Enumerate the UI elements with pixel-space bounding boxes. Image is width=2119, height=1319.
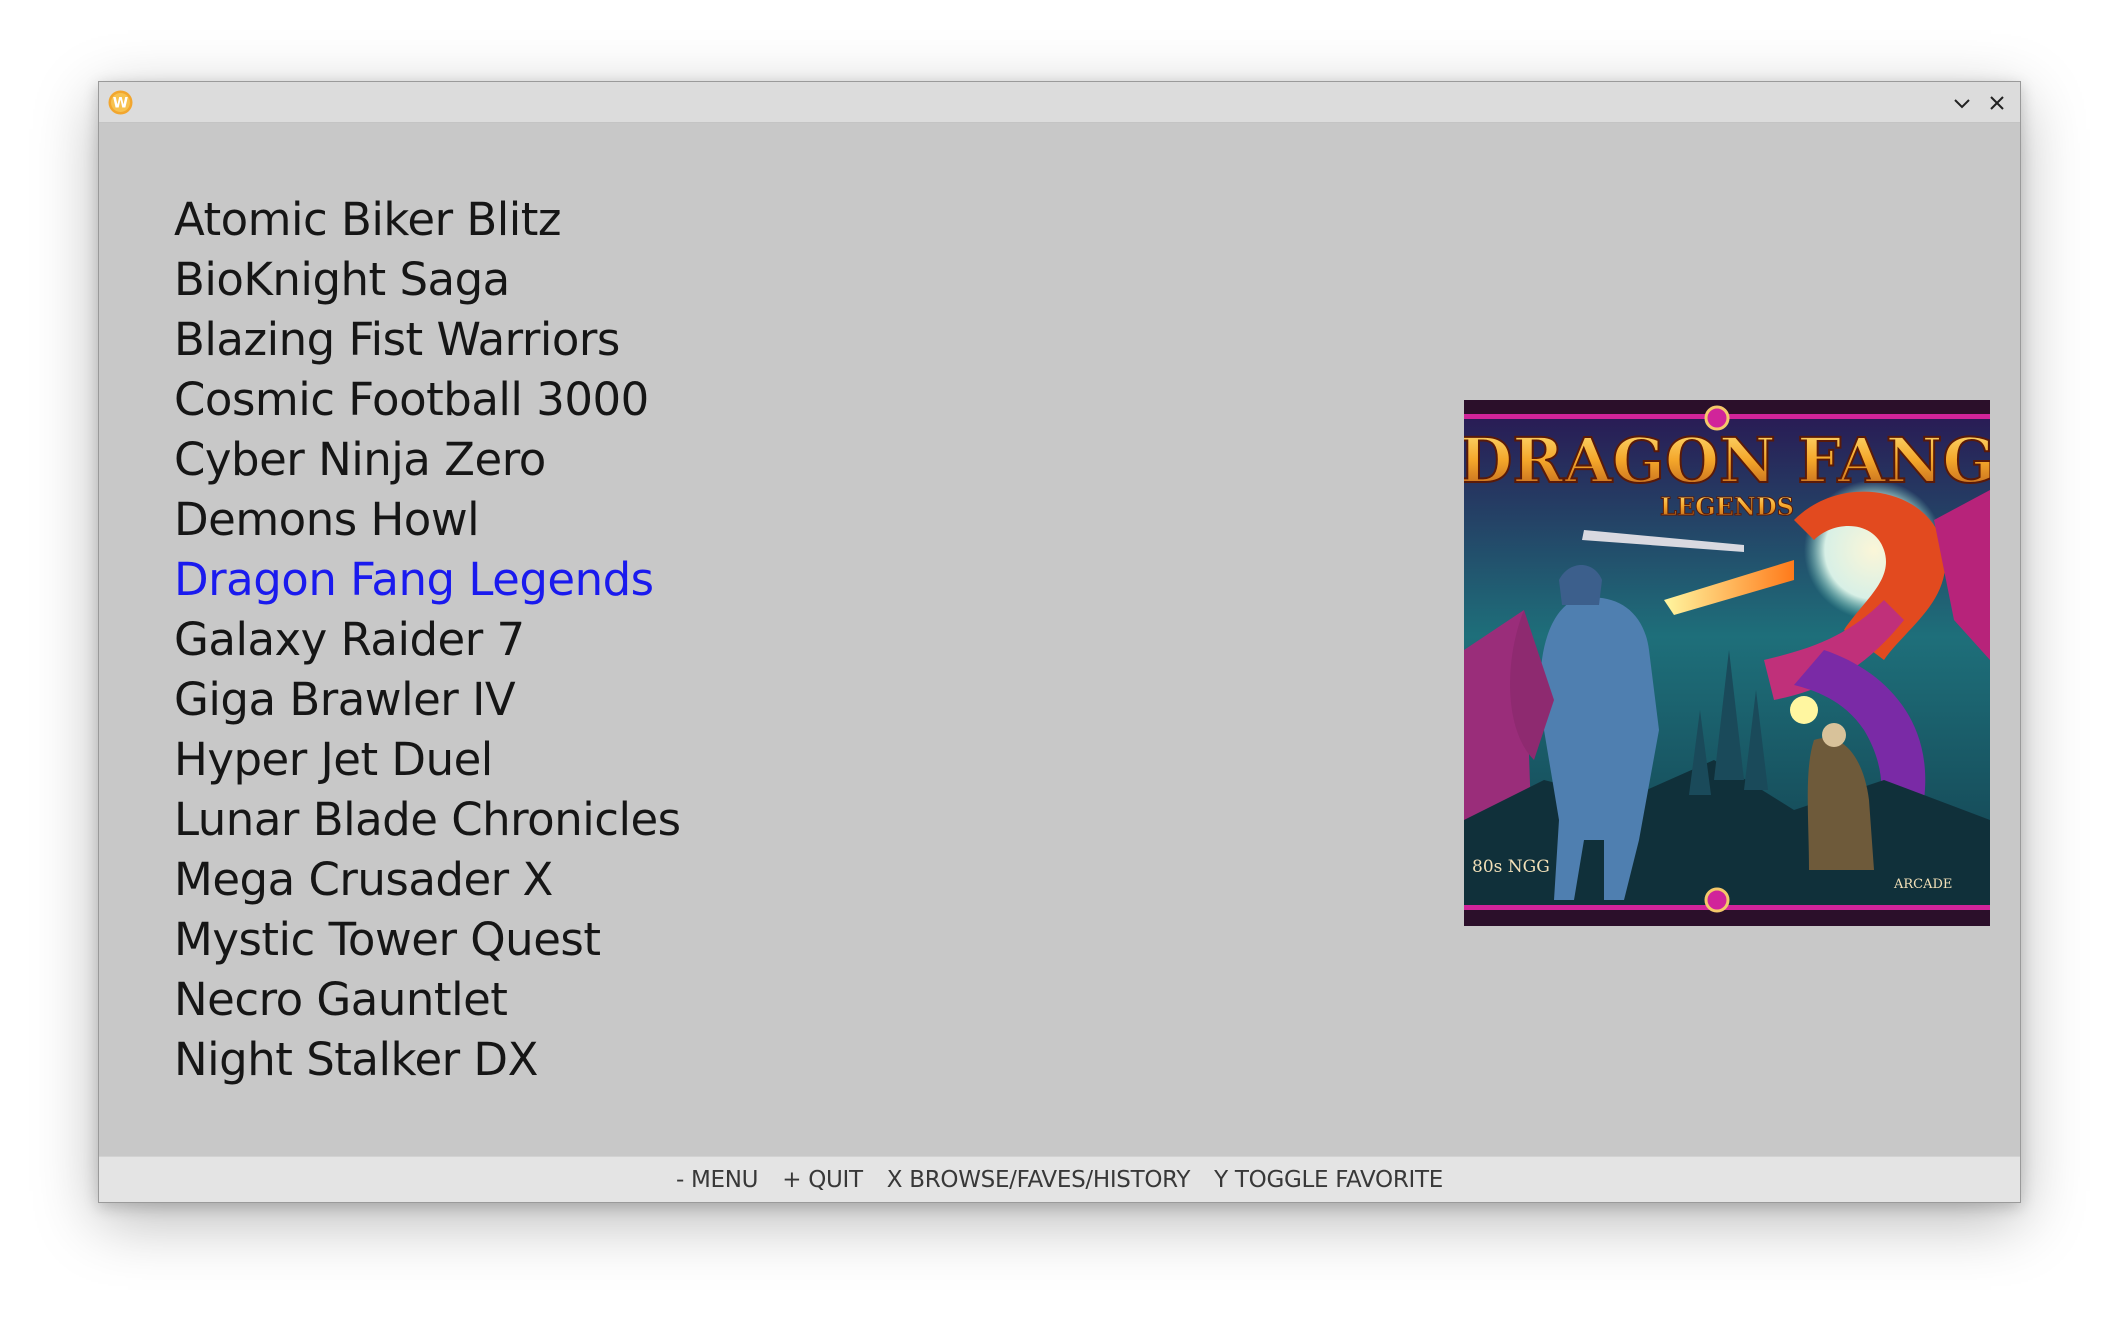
- game-list-item[interactable]: Atomic Biker Blitz: [174, 190, 681, 250]
- box-art-subtitle: LEGENDS: [1660, 492, 1794, 521]
- close-icon: [1990, 96, 2004, 110]
- game-list-item-selected[interactable]: Dragon Fang Legends: [174, 550, 681, 610]
- game-list: Atomic Biker Blitz BioKnight Saga Blazin…: [174, 190, 681, 1090]
- minimize-button[interactable]: [1947, 88, 1977, 118]
- game-list-item[interactable]: Night Stalker DX: [174, 1030, 681, 1090]
- box-art-publisher-text: ARCADE: [1893, 877, 1952, 892]
- box-art-corner-text: 80s NGG: [1472, 857, 1550, 877]
- game-list-item[interactable]: Demons Howl: [174, 490, 681, 550]
- game-list-item[interactable]: Mystic Tower Quest: [174, 910, 681, 970]
- game-list-item[interactable]: Galaxy Raider 7: [174, 610, 681, 670]
- box-art-illustration: DRAGON FANG LEGENDS 80s NGG ARCADE: [1464, 400, 1990, 926]
- game-list-item[interactable]: Cosmic Football 3000: [174, 370, 681, 430]
- toggle-favorite-hint[interactable]: Y TOGGLE FAVORITE: [1214, 1167, 1443, 1193]
- game-list-item[interactable]: BioKnight Saga: [174, 250, 681, 310]
- title-bar[interactable]: W: [99, 82, 2020, 123]
- game-list-item[interactable]: Lunar Blade Chronicles: [174, 790, 681, 850]
- chevron-down-icon: [1954, 99, 1970, 109]
- button-hint-bar: - MENU + QUIT X BROWSE/FAVES/HISTORY Y T…: [99, 1156, 2020, 1202]
- app-logo-icon: W: [108, 90, 133, 115]
- game-list-item[interactable]: Blazing Fist Warriors: [174, 310, 681, 370]
- browse-hint[interactable]: X BROWSE/FAVES/HISTORY: [887, 1167, 1191, 1193]
- box-art-title: DRAGON FANG: [1464, 424, 1990, 497]
- game-list-item[interactable]: Cyber Ninja Zero: [174, 430, 681, 490]
- game-list-item[interactable]: Necro Gauntlet: [174, 970, 681, 1030]
- game-list-item[interactable]: Giga Brawler IV: [174, 670, 681, 730]
- quit-hint[interactable]: + QUIT: [782, 1167, 863, 1193]
- app-window: W Atomic Biker Blitz BioKnight Saga Blaz…: [98, 81, 2021, 1203]
- close-button[interactable]: [1982, 88, 2012, 118]
- box-art-image: DRAGON FANG LEGENDS 80s NGG ARCADE: [1464, 400, 1990, 926]
- menu-hint[interactable]: - MENU: [676, 1167, 759, 1193]
- game-list-item[interactable]: Hyper Jet Duel: [174, 730, 681, 790]
- game-list-item[interactable]: Mega Crusader X: [174, 850, 681, 910]
- app-logo-letter: W: [113, 96, 128, 112]
